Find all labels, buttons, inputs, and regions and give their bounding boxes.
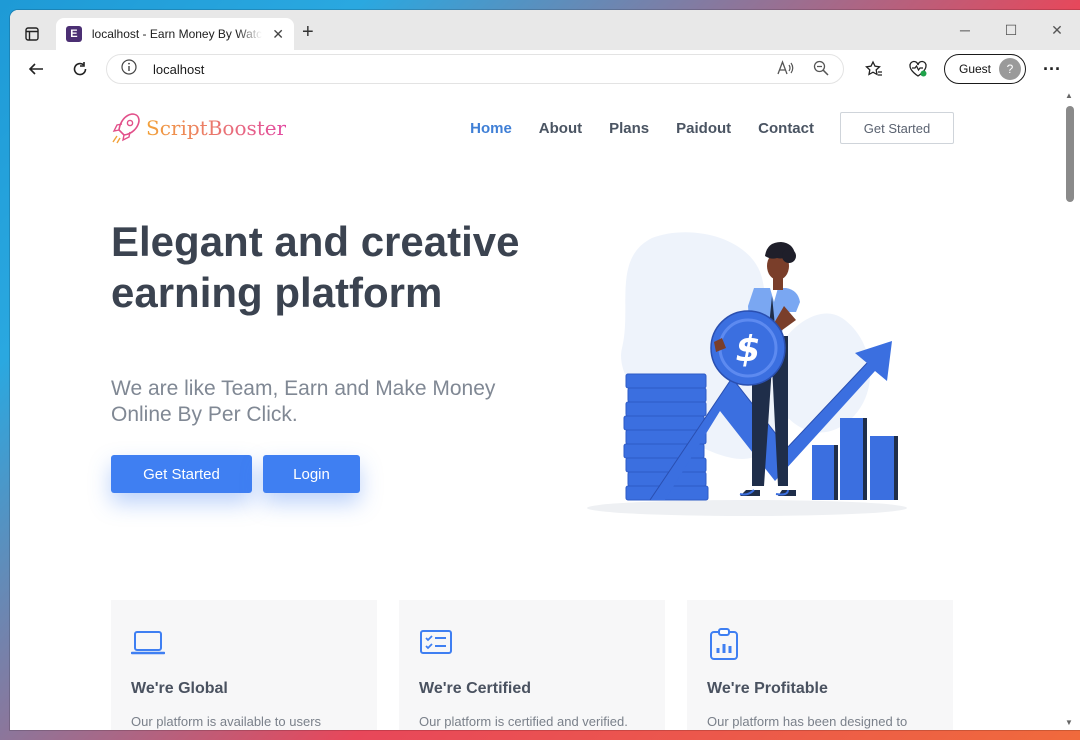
clipboard-chart-icon bbox=[707, 628, 933, 660]
more-options-icon[interactable]: ··· bbox=[1034, 54, 1070, 84]
browser-toolbar: localhost Guest ? ··· bbox=[10, 50, 1080, 88]
laptop-icon bbox=[130, 628, 357, 658]
url-text: localhost bbox=[153, 61, 205, 77]
tab-title: localhost - Earn Money By Watching bbox=[91, 27, 263, 41]
favorites-icon[interactable] bbox=[856, 54, 892, 84]
read-aloud-icon[interactable] bbox=[777, 59, 795, 79]
features-section: We're Global Our platform is available t… bbox=[111, 600, 953, 730]
favicon-icon: E bbox=[66, 26, 82, 42]
nav-get-started-button[interactable]: Get Started bbox=[840, 112, 954, 144]
profile-label: Guest bbox=[959, 62, 992, 76]
hero-get-started-button[interactable]: Get Started bbox=[111, 455, 252, 493]
feature-text: Our platform is available to users bbox=[131, 714, 322, 729]
feature-title: We're Profitable bbox=[707, 680, 828, 697]
maximize-icon[interactable]: ☐ bbox=[988, 10, 1034, 50]
web-page: ScriptBooster Home About Plans Paidout C… bbox=[10, 88, 1060, 730]
tab-strip: E localhost - Earn Money By Watching ✕ +… bbox=[10, 10, 1080, 50]
scroll-thumb[interactable] bbox=[1066, 106, 1074, 202]
main-menu: Home About Plans Paidout Contact bbox=[470, 120, 814, 137]
hero-subtitle: We are like Team, Earn and Make Money On… bbox=[111, 377, 496, 426]
nav-link-home[interactable]: Home bbox=[470, 120, 512, 137]
close-icon[interactable]: ✕ bbox=[1034, 10, 1080, 50]
checklist-icon bbox=[419, 628, 645, 658]
tab-close-icon[interactable]: ✕ bbox=[272, 26, 284, 43]
feature-title: We're Global bbox=[131, 680, 228, 697]
nav-link-about[interactable]: About bbox=[539, 120, 582, 137]
back-icon[interactable] bbox=[18, 54, 54, 84]
zoom-out-icon[interactable] bbox=[813, 60, 829, 79]
scroll-down-icon[interactable]: ▼ bbox=[1065, 718, 1073, 727]
feature-text: Our platform is certified and verified. bbox=[419, 714, 628, 729]
tab-actions-icon[interactable] bbox=[20, 22, 44, 46]
hero-illustration: $ bbox=[587, 232, 907, 516]
nav-link-paidout[interactable]: Paidout bbox=[676, 120, 731, 137]
nav-link-plans[interactable]: Plans bbox=[609, 120, 649, 137]
site-logo[interactable]: ScriptBooster bbox=[110, 111, 286, 145]
guest-avatar-icon: ? bbox=[999, 58, 1022, 80]
minimize-icon[interactable]: ─ bbox=[942, 10, 988, 50]
browser-window: E localhost - Earn Money By Watching ✕ +… bbox=[10, 10, 1080, 730]
feature-card-global: We're Global Our platform is available t… bbox=[111, 600, 377, 730]
nav-link-contact[interactable]: Contact bbox=[758, 120, 814, 137]
profile-button[interactable]: Guest ? bbox=[944, 54, 1027, 84]
svg-text:$: $ bbox=[735, 329, 760, 370]
refresh-icon[interactable] bbox=[62, 54, 98, 84]
scroll-up-icon[interactable]: ▲ bbox=[1065, 91, 1073, 100]
browser-essentials-icon[interactable] bbox=[900, 54, 936, 84]
feature-title: We're Certified bbox=[419, 680, 531, 697]
feature-card-profitable: We're Profitable Our platform has been d… bbox=[687, 600, 953, 730]
feature-text: Our platform has been designed to bbox=[707, 714, 908, 729]
page-scrollbar[interactable]: ▲ ▼ bbox=[1060, 88, 1080, 730]
window-controls: ─ ☐ ✕ bbox=[942, 10, 1080, 50]
hero-title: Elegant and creative earning platform bbox=[111, 218, 520, 316]
hero-login-button[interactable]: Login bbox=[263, 455, 360, 493]
site-navbar: ScriptBooster Home About Plans Paidout C… bbox=[110, 108, 954, 148]
rocket-icon bbox=[112, 113, 140, 144]
new-tab-icon[interactable]: + bbox=[302, 22, 314, 42]
feature-card-certified: We're Certified Our platform is certifie… bbox=[399, 600, 665, 730]
tab-active[interactable]: E localhost - Earn Money By Watching ✕ bbox=[56, 18, 294, 50]
info-icon[interactable] bbox=[121, 58, 137, 80]
logo-text: ScriptBooster bbox=[146, 116, 287, 140]
address-bar[interactable]: localhost bbox=[106, 54, 844, 84]
